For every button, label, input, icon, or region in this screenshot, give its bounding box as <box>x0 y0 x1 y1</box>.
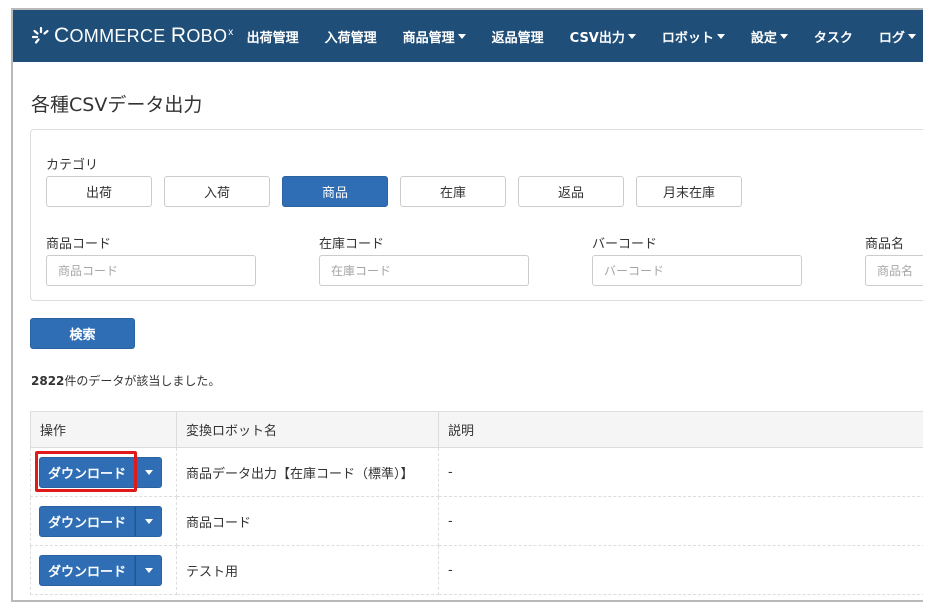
nav-item-5[interactable]: ロボット <box>649 10 738 62</box>
download-button-group: ダウンロード <box>35 450 162 492</box>
search-button[interactable]: 検索 <box>30 318 135 349</box>
robot-table: 操作 変換ロボット名 説明 ダウンロード 商品データ出力【在庫コード（標準）】 - ダ… <box>30 411 923 595</box>
operation-cell: ダウンロード <box>30 496 177 546</box>
barcode-label: バーコード <box>592 237 658 252</box>
nav-item-label: 入荷管理 <box>324 30 377 46</box>
header-robot-name: 変換ロボット名 <box>176 411 439 448</box>
nav-item-7[interactable]: タスク <box>801 10 866 62</box>
description-cell: - <box>438 496 923 546</box>
caret-down-icon <box>457 33 466 39</box>
product-name-label: 商品名 <box>865 237 905 252</box>
table-header-row: 操作 変換ロボット名 説明 <box>30 411 923 448</box>
category-button-3[interactable]: 在庫 <box>400 176 506 207</box>
nav-item-1[interactable]: 入荷管理 <box>312 10 390 62</box>
operation-cell: ダウンロード <box>30 447 177 497</box>
product-name-field: 商品名 <box>865 233 923 286</box>
brand-name: COMMERCE ROBOx <box>54 24 234 47</box>
category-button-2[interactable]: 商品 <box>282 176 388 207</box>
download-button-group: ダウンロード <box>39 554 162 586</box>
sparkle-logo-icon <box>31 26 49 44</box>
nav-item-label: ログ <box>878 30 905 46</box>
download-dropdown-button[interactable] <box>135 456 162 488</box>
category-label: カテゴリ <box>46 158 99 173</box>
download-button[interactable]: ダウンロード <box>39 456 135 488</box>
filter-panel: カテゴリ 出荷入荷商品在庫返品月末在庫 商品コード 在庫コード バーコード 商品… <box>30 129 923 301</box>
result-count-number: 2822 <box>31 374 65 388</box>
nav-item-4[interactable]: CSV出力 <box>557 10 649 62</box>
nav-item-label: ロボット <box>661 30 714 46</box>
download-dropdown-button[interactable] <box>135 554 162 586</box>
product-code-label: 商品コード <box>46 237 112 252</box>
category-button-1[interactable]: 入荷 <box>164 176 270 207</box>
nav-item-3[interactable]: 返品管理 <box>479 10 557 62</box>
robot-name-cell: テスト用 <box>176 545 439 595</box>
table-row: ダウンロード 商品コード - <box>30 496 923 546</box>
caret-down-icon <box>627 33 636 39</box>
page-title: 各種CSVデータ出力 <box>31 94 203 116</box>
robot-name-cell: 商品コード <box>176 496 439 546</box>
category-button-group: 出荷 入荷 商品 在庫 返品 月末在庫 <box>46 176 754 207</box>
nav-item-0[interactable]: 出荷管理 <box>234 10 312 62</box>
category-button-5[interactable]: 月末在庫 <box>636 176 742 207</box>
product-name-input[interactable] <box>865 255 923 286</box>
nav-item-label: 設定 <box>750 30 777 46</box>
operation-cell: ダウンロード <box>30 545 177 595</box>
robot-name-cell: 商品データ出力【在庫コード（標準）】 <box>176 447 439 497</box>
download-button[interactable]: ダウンロード <box>39 505 135 537</box>
app-frame: COMMERCE ROBOx 出荷管理 入荷管理 商品管理 返品管理 CSV出力 ロボット… <box>11 8 923 602</box>
stock-code-field: 在庫コード <box>319 233 529 286</box>
download-button-group: ダウンロード <box>39 505 162 537</box>
stock-code-input[interactable] <box>319 255 529 286</box>
caret-down-icon <box>144 518 153 524</box>
nav-item-label: 出荷管理 <box>246 30 299 46</box>
table-row: ダウンロード 商品データ出力【在庫コード（標準）】 - <box>30 447 923 497</box>
brand-logo[interactable]: COMMERCE ROBOx <box>31 24 234 48</box>
top-navbar: COMMERCE ROBOx 出荷管理 入荷管理 商品管理 返品管理 CSV出力 ロボット… <box>13 10 923 62</box>
description-cell: - <box>438 447 923 497</box>
table-row: ダウンロード テスト用 - <box>30 545 923 595</box>
result-count-text: 件のデータが該当しました。 <box>64 374 221 388</box>
barcode-input[interactable] <box>592 255 802 286</box>
nav-item-label: CSV出力 <box>569 30 625 46</box>
nav-item-label: 商品管理 <box>402 30 455 46</box>
download-button[interactable]: ダウンロード <box>39 554 135 586</box>
header-operation: 操作 <box>30 411 177 448</box>
nav-menu: 出荷管理 入荷管理 商品管理 返品管理 CSV出力 ロボット 設定 タスク ログ <box>234 10 923 62</box>
category-button-0[interactable]: 出荷 <box>46 176 152 207</box>
nav-item-label: 返品管理 <box>491 30 544 46</box>
nav-item-label: タスク <box>813 30 853 46</box>
caret-down-icon <box>716 33 725 39</box>
product-code-input[interactable] <box>46 255 256 286</box>
category-button-4[interactable]: 返品 <box>518 176 624 207</box>
nav-item-8[interactable]: ログ <box>866 10 923 62</box>
result-count: 2822件のデータが該当しました。 <box>31 372 220 389</box>
caret-down-icon <box>144 469 153 475</box>
caret-down-icon <box>779 33 788 39</box>
barcode-field: バーコード <box>592 233 802 286</box>
product-code-field: 商品コード <box>46 233 256 286</box>
header-description: 説明 <box>438 411 923 448</box>
caret-down-icon <box>907 33 916 39</box>
nav-item-6[interactable]: 設定 <box>738 10 801 62</box>
stock-code-label: 在庫コード <box>319 237 385 252</box>
caret-down-icon <box>144 567 153 573</box>
description-cell: - <box>438 545 923 595</box>
download-dropdown-button[interactable] <box>135 505 162 537</box>
nav-item-2[interactable]: 商品管理 <box>390 10 479 62</box>
